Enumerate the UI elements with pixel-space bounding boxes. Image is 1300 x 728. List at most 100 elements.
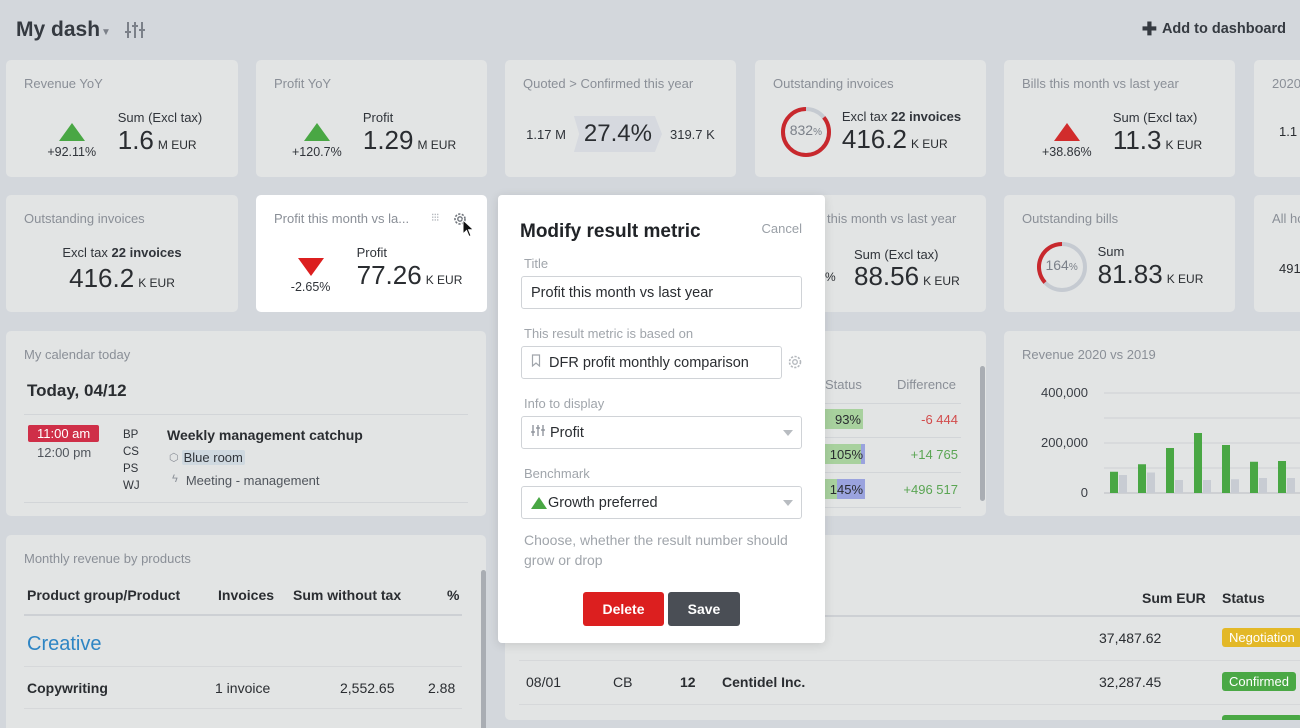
bar-2020-M5[interactable]: [1222, 445, 1230, 493]
bar-2019-M6[interactable]: [1259, 478, 1267, 493]
widget-outstanding-invoices-2[interactable]: Outstanding invoices Excl tax 22 invoice…: [6, 195, 238, 312]
column-header-invoices[interactable]: Invoices: [218, 587, 274, 603]
column-header-percent[interactable]: %: [447, 587, 459, 603]
product-group[interactable]: Creative: [27, 633, 101, 656]
bar-2019-M7[interactable]: [1287, 478, 1295, 493]
widget-title: this month vs last year: [827, 211, 957, 226]
bar-2020-M6[interactable]: [1250, 461, 1258, 493]
row-divider: [24, 666, 462, 667]
product-invoices: 1 invoice: [215, 680, 271, 696]
drag-handle-icon[interactable]: ⁝⁝⁝: [431, 211, 439, 224]
event-title[interactable]: Weekly management catchup: [167, 427, 363, 443]
trend-up-icon: [58, 123, 85, 141]
sliders-icon: [531, 424, 545, 441]
sliders-icon[interactable]: [124, 20, 146, 40]
dashboard-title[interactable]: My dash: [16, 18, 100, 42]
kpi-label: Profit: [356, 245, 387, 260]
y-tick-label: 400,000: [1041, 385, 1088, 400]
attendee: WJ: [123, 480, 140, 492]
column-header-sum[interactable]: Sum without tax: [293, 587, 401, 603]
kpi-value: 88.56: [854, 261, 920, 291]
order-initials: CB: [613, 674, 633, 690]
chevron-down-icon[interactable]: ▼: [101, 27, 111, 38]
column-header-sum[interactable]: Sum EUR: [1142, 590, 1206, 606]
ring-value: 832: [789, 122, 814, 138]
bar-2019-M2[interactable]: [1147, 472, 1155, 494]
status-badge: Confirmed: [1222, 672, 1296, 691]
gear-icon[interactable]: [787, 354, 803, 375]
cancel-button[interactable]: Cancel: [762, 221, 802, 236]
widget-title: Bills this month vs last year: [1022, 76, 1179, 91]
bar-2020-M4[interactable]: [1194, 433, 1202, 493]
status-bar: 93%: [825, 409, 863, 429]
benchmark-value: Growth preferred: [548, 494, 658, 511]
based-on-field[interactable]: DFR profit monthly comparison: [521, 346, 782, 379]
widget-profit-month-selected[interactable]: Profit this month vs la... ⁝⁝⁝ -2.65% Pr…: [256, 195, 487, 312]
info-label: Info to display: [524, 396, 605, 411]
kpi-value: 416.2: [841, 124, 907, 154]
benchmark-help-text: Choose, whether the result number should…: [524, 532, 788, 568]
kpi: Sum (Excl tax) 88.56 K EUR: [854, 247, 960, 295]
bar-2019-M1[interactable]: [1119, 475, 1127, 493]
bar-2019-M5[interactable]: [1231, 479, 1239, 493]
bar-2019-M4[interactable]: [1203, 480, 1211, 493]
row-divider: [825, 437, 961, 438]
trend-percent: +92.11%: [47, 145, 97, 159]
kpi-unit: K EUR: [138, 276, 175, 290]
kpi-value: 416.2: [69, 263, 135, 293]
info-select[interactable]: Profit: [521, 416, 802, 449]
difference-value: -6 444: [921, 412, 958, 427]
kpi-label: Excl tax 22 invoices: [842, 109, 961, 124]
widget-bills-month[interactable]: Bills this month vs last year +38.86% Su…: [1004, 60, 1235, 177]
widget-outstanding-invoices[interactable]: Outstanding invoices 832% Excl tax 22 in…: [755, 60, 986, 177]
kpi-value: 77.26: [356, 260, 422, 290]
widget-2020-partial[interactable]: 2020 1.1: [1254, 60, 1300, 177]
top-bar: My dash ▼ ✚ Add to dashboard: [0, 0, 1300, 60]
widget-quoted-confirmed[interactable]: Quoted > Confirmed this year 1.17 M 27.4…: [505, 60, 736, 177]
bar-chart: [1104, 392, 1300, 494]
scrollbar[interactable]: [481, 570, 486, 728]
row-divider: [825, 507, 961, 508]
event-type: ϟ Meeting - management: [172, 473, 320, 488]
bar-2019-M3[interactable]: [1175, 480, 1183, 493]
attendee: BP: [123, 429, 139, 441]
difference-value: +496 517: [903, 482, 958, 497]
mouse-cursor-icon: [462, 218, 476, 244]
bar-2020-M3[interactable]: [1166, 448, 1174, 493]
status-bar: 105%: [825, 444, 865, 464]
bar-2020-M2[interactable]: [1138, 464, 1146, 493]
trend-down-icon: [297, 258, 324, 276]
scrollbar[interactable]: [980, 366, 985, 501]
widget-calendar[interactable]: My calendar today Today, 04/12 11:00 am …: [6, 331, 486, 516]
ring-gauge: 164%: [1036, 241, 1088, 293]
kpi-unit: K EUR: [425, 273, 463, 287]
bar-2020-M7[interactable]: [1278, 461, 1286, 493]
widget-outstanding-bills[interactable]: Outstanding bills 164% Sum 81.83 K EUR: [1004, 195, 1235, 312]
title-input[interactable]: [521, 276, 802, 309]
widget-revenue-chart[interactable]: Revenue 2020 vs 2019 400,000 200,000 0: [1004, 331, 1300, 516]
kpi-label: Profit: [362, 110, 394, 125]
widget-revenue-yoy[interactable]: Revenue YoY +92.11% Sum (Excl tax) 1.6 M E…: [6, 60, 238, 177]
kpi-label: Excl tax 22 invoices: [6, 245, 238, 260]
order-client[interactable]: Centidel Inc.: [722, 674, 805, 690]
benchmark-select[interactable]: Growth preferred: [521, 486, 802, 519]
kpi-unit: K EUR: [910, 137, 948, 151]
delete-button[interactable]: Delete: [583, 592, 664, 626]
save-button[interactable]: Save: [668, 592, 740, 626]
kpi-value: 1.29: [362, 125, 414, 155]
product-sum: 2,552.65: [340, 680, 395, 696]
column-header-product[interactable]: Product group/Product: [27, 587, 180, 603]
widget-all-hours-partial[interactable]: All ho 491: [1254, 195, 1300, 312]
widget-profit-yoy[interactable]: Profit YoY +120.7% Profit 1.29 M EUR: [256, 60, 487, 177]
bar-2020-M1[interactable]: [1110, 471, 1118, 493]
widget-title: All ho: [1272, 211, 1300, 226]
row-divider: [519, 704, 1300, 705]
column-header-status[interactable]: Status: [1222, 590, 1265, 606]
widget-products-table[interactable]: Monthly revenue by products Product grou…: [6, 535, 486, 728]
label-count: 22 invoices: [111, 245, 182, 260]
room-name[interactable]: Blue room: [181, 450, 245, 465]
trend-percent: -2.65%: [290, 280, 331, 294]
event-start-time: 11:00 am: [28, 425, 100, 442]
add-to-dashboard-button[interactable]: ✚ Add to dashboard: [1142, 20, 1286, 38]
widget-title: Outstanding bills: [1022, 211, 1119, 226]
